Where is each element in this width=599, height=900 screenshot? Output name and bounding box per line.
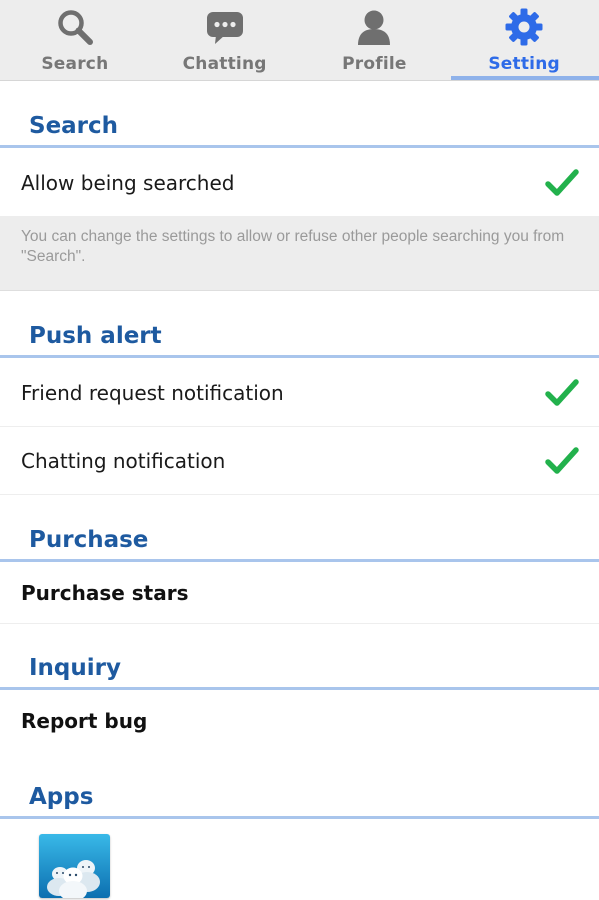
section-title: Search [29,113,119,139]
group-snowmen-app-icon[interactable] [39,834,110,898]
checkmark-icon[interactable] [545,166,579,200]
section-divider [0,145,599,148]
hint-text: You can change the settings to allow or … [21,228,565,265]
tab-setting[interactable]: Setting [449,0,599,80]
section-divider [0,355,599,358]
section-title: Inquiry [29,655,121,681]
chatting-notification-row[interactable]: Chatting notification [0,427,599,495]
settings-screen: Search Chatting Profile Setting Search A… [0,0,599,900]
checkmark-icon[interactable] [545,444,579,478]
gear-icon [504,7,544,47]
section-divider [0,687,599,690]
tab-label: Search [41,54,109,74]
report-bug-row[interactable]: Report bug [0,691,599,751]
person-icon [354,7,394,47]
tab-chatting[interactable]: Chatting [150,0,300,80]
section-divider [0,816,599,819]
tab-search[interactable]: Search [0,0,150,80]
section-title: Push alert [29,323,162,349]
section-header-push-alert: Push alert [0,288,599,358]
tab-profile[interactable]: Profile [300,0,450,80]
tab-label: Profile [342,54,407,74]
tab-label: Setting [488,54,560,74]
section-header-inquiry: Inquiry [0,620,599,690]
section-divider [0,559,599,562]
row-label: Chatting notification [21,448,226,473]
search-icon [55,7,95,47]
allow-being-searched-row[interactable]: Allow being searched [0,149,599,217]
tab-label: Chatting [182,54,267,74]
row-label: Report bug [21,709,148,733]
section-title: Apps [29,784,94,810]
purchase-stars-row[interactable]: Purchase stars [0,563,599,624]
row-label: Friend request notification [21,380,284,405]
section-header-purchase: Purchase [0,492,599,562]
section-header-search: Search [0,78,599,148]
chat-bubble-icon [205,7,245,47]
checkmark-icon[interactable] [545,376,579,410]
section-title: Purchase [29,527,149,553]
tab-bar: Search Chatting Profile Setting [0,0,599,81]
row-label: Purchase stars [21,581,189,605]
section-header-apps: Apps [0,749,599,819]
friend-request-notification-row[interactable]: Friend request notification [0,359,599,427]
row-label: Allow being searched [21,170,235,195]
search-hint-box: You can change the settings to allow or … [0,216,599,291]
